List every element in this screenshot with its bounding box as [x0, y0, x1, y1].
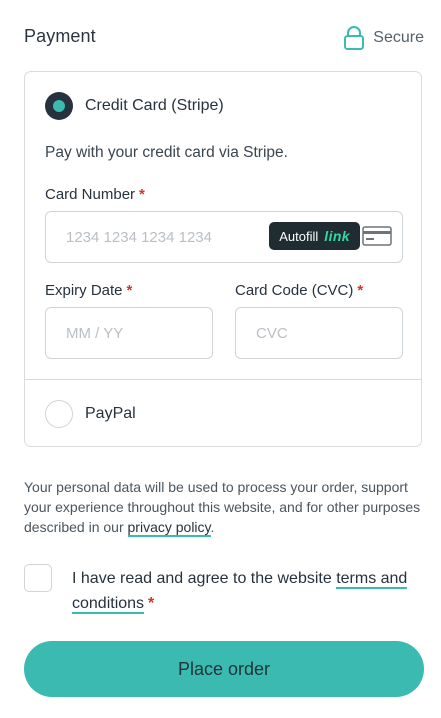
expiry-date-label: Expiry Date * [45, 282, 132, 299]
terms-text: I have read and agree to the website [72, 570, 337, 587]
terms-checkbox[interactable] [24, 564, 52, 592]
terms-label[interactable]: I have read and agree to the website ter… [72, 566, 422, 616]
card-code-input[interactable]: CVC [235, 307, 403, 359]
paypal-radio[interactable] [45, 400, 73, 428]
credit-card-icon [362, 226, 392, 246]
privacy-text: Your personal data will be used to proce… [24, 479, 421, 535]
required-asterisk: * [148, 595, 155, 612]
privacy-text-end: . [210, 519, 215, 535]
payment-header: Payment Secure [24, 26, 424, 50]
payment-methods-box: Credit Card (Stripe) Pay with your credi… [24, 71, 422, 447]
required-asterisk: * [357, 282, 364, 299]
credit-card-label[interactable]: Credit Card (Stripe) [85, 97, 224, 115]
methods-divider [25, 379, 421, 380]
radio-selected-dot [53, 100, 65, 112]
secure-indicator: Secure [343, 26, 424, 50]
card-code-label: Card Code (CVC) * [235, 282, 363, 299]
required-asterisk: * [139, 186, 145, 203]
privacy-notice: Your personal data will be used to proce… [24, 477, 424, 537]
page-title: Payment [24, 26, 96, 46]
card-number-label: Card Number * [45, 186, 145, 203]
card-code-label-text: Card Code (CVC) [235, 282, 354, 299]
payment-method-paypal[interactable]: PayPal [45, 400, 136, 428]
expiry-placeholder: MM / YY [66, 324, 124, 342]
place-order-button[interactable]: Place order [24, 641, 424, 697]
lock-icon [344, 26, 365, 50]
secure-label: Secure [373, 29, 424, 46]
credit-card-radio[interactable] [45, 92, 73, 120]
payment-method-credit-card[interactable]: Credit Card (Stripe) [45, 92, 224, 120]
expiry-date-input[interactable]: MM / YY [45, 307, 213, 359]
autofill-link-button[interactable]: Autofill link [269, 222, 360, 250]
required-asterisk: * [126, 282, 133, 299]
card-number-placeholder: 1234 1234 1234 1234 [66, 228, 212, 246]
cvc-placeholder: CVC [256, 324, 288, 342]
credit-card-description: Pay with your credit card via Stripe. [45, 144, 288, 161]
paypal-label[interactable]: PayPal [85, 405, 136, 423]
card-number-input[interactable]: 1234 1234 1234 1234 Autofill link [45, 211, 403, 263]
expiry-date-label-text: Expiry Date [45, 282, 123, 299]
link-logo: link [324, 228, 350, 244]
card-number-label-text: Card Number [45, 186, 136, 203]
privacy-policy-link[interactable]: privacy policy [127, 519, 211, 537]
autofill-label: Autofill [279, 228, 319, 244]
